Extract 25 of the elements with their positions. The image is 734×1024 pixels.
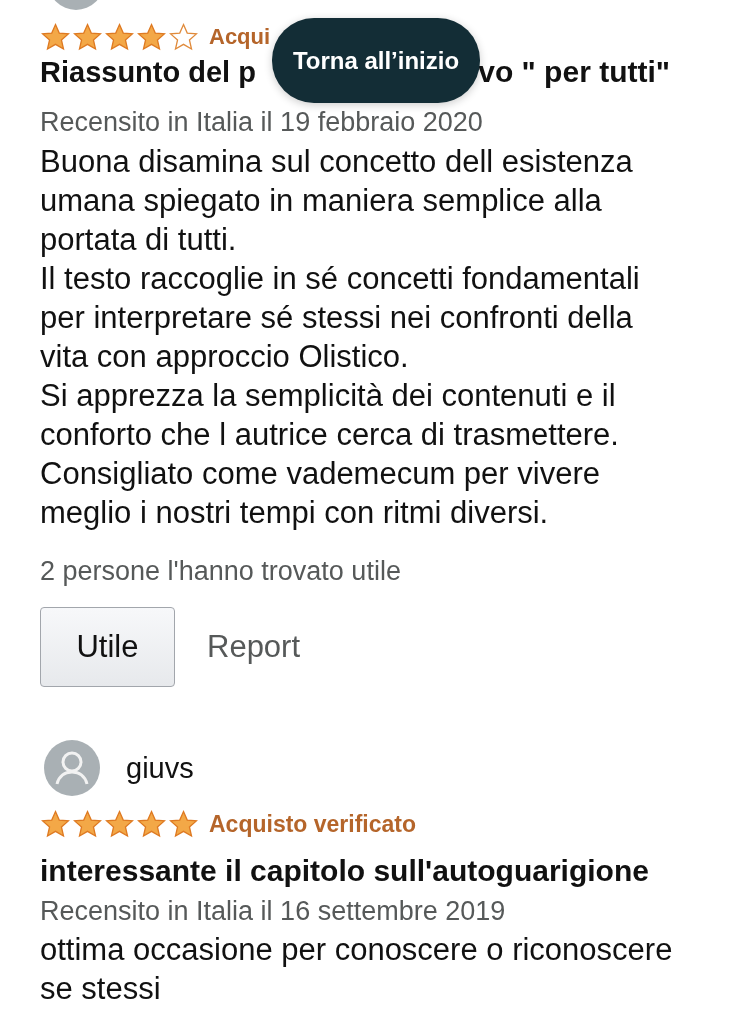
review-title: Riassunto del p [40,55,256,89]
report-link[interactable]: Report [207,629,301,665]
review-date: Recensito in Italia il 19 febbraio 2020 [40,106,484,138]
empty-star-icon [168,21,199,53]
helpful-count: 2 persone l'hanno trovato utile [40,555,402,588]
review-title: vo " per tutti" [478,55,670,89]
filled-star-icon [136,808,167,840]
review-text: Buona disamina sul concetto dell esistenza umana spiegato in maniera semplice alla portata di tutti. Il testo raccoglie in sé concetti fondamentali per interpretare sé stessi nei confronti della vita con approccio Olistico. Si apprezza la semplicità dei contenuti e il conforto che l autrice cerca di trasmettere. Consigliato come vademecum per vivere meglio i nostri tempi con ritmi diversi. [40,143,641,532]
filled-star-icon [104,21,135,53]
review-title: interessante il capitolo sull'autoguarigione [40,854,649,888]
author-name: giuvs [126,751,194,785]
filled-star-icon [104,808,135,840]
back-to-top-button[interactable]: Torna all’inizio [272,18,480,103]
filled-star-icon [40,21,71,53]
filled-star-icon [72,21,103,53]
avatar-icon [44,740,100,796]
verified-purchase-label: Acquisto verificato [209,810,417,838]
filled-star-icon [40,808,71,840]
verified-purchase-label: Acqui [209,24,271,50]
filled-star-icon [168,808,199,840]
filled-star-icon [136,21,167,53]
review-date: Recensito in Italia il 16 settembre 2019 [40,895,507,927]
filled-star-icon [72,808,103,840]
helpful-button[interactable]: Utile [40,607,175,687]
review-text: ottima occasione per conoscere o riconoscere se stessi [40,931,674,1008]
